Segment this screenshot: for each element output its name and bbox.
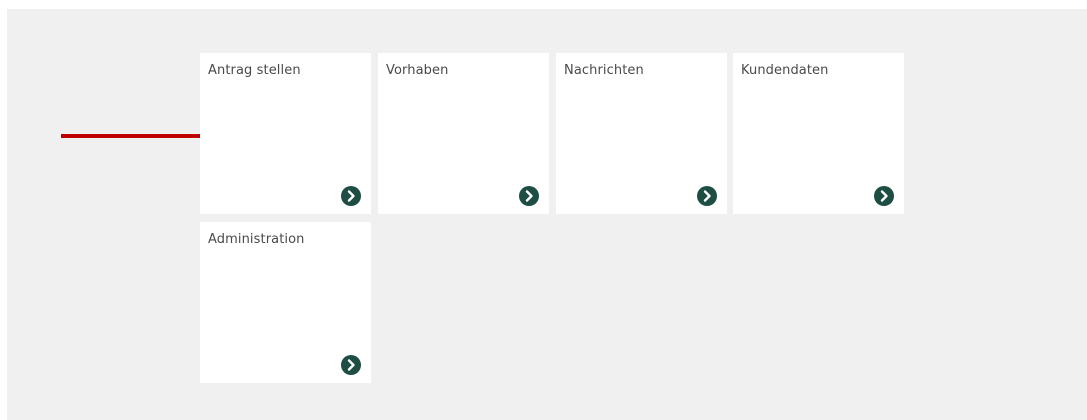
tile-label: Vorhaben: [386, 63, 449, 78]
tile-label: Kundendaten: [741, 63, 829, 78]
chevron-right-circle-icon[interactable]: [874, 186, 894, 206]
tile-label: Administration: [208, 232, 305, 247]
chevron-right-circle-icon[interactable]: [341, 355, 361, 375]
tile-antrag-stellen[interactable]: Antrag stellen: [200, 53, 371, 214]
tile-nachrichten[interactable]: Nachrichten: [556, 53, 727, 214]
chevron-right-circle-icon[interactable]: [519, 186, 539, 206]
chevron-right-circle-icon[interactable]: [341, 186, 361, 206]
tile-label: Antrag stellen: [208, 63, 301, 78]
tile-label: Nachrichten: [564, 63, 644, 78]
tile-kundendaten[interactable]: Kundendaten: [733, 53, 904, 214]
tile-administration[interactable]: Administration: [200, 222, 371, 383]
tile-vorhaben[interactable]: Vorhaben: [378, 53, 549, 214]
chevron-right-circle-icon[interactable]: [697, 186, 717, 206]
